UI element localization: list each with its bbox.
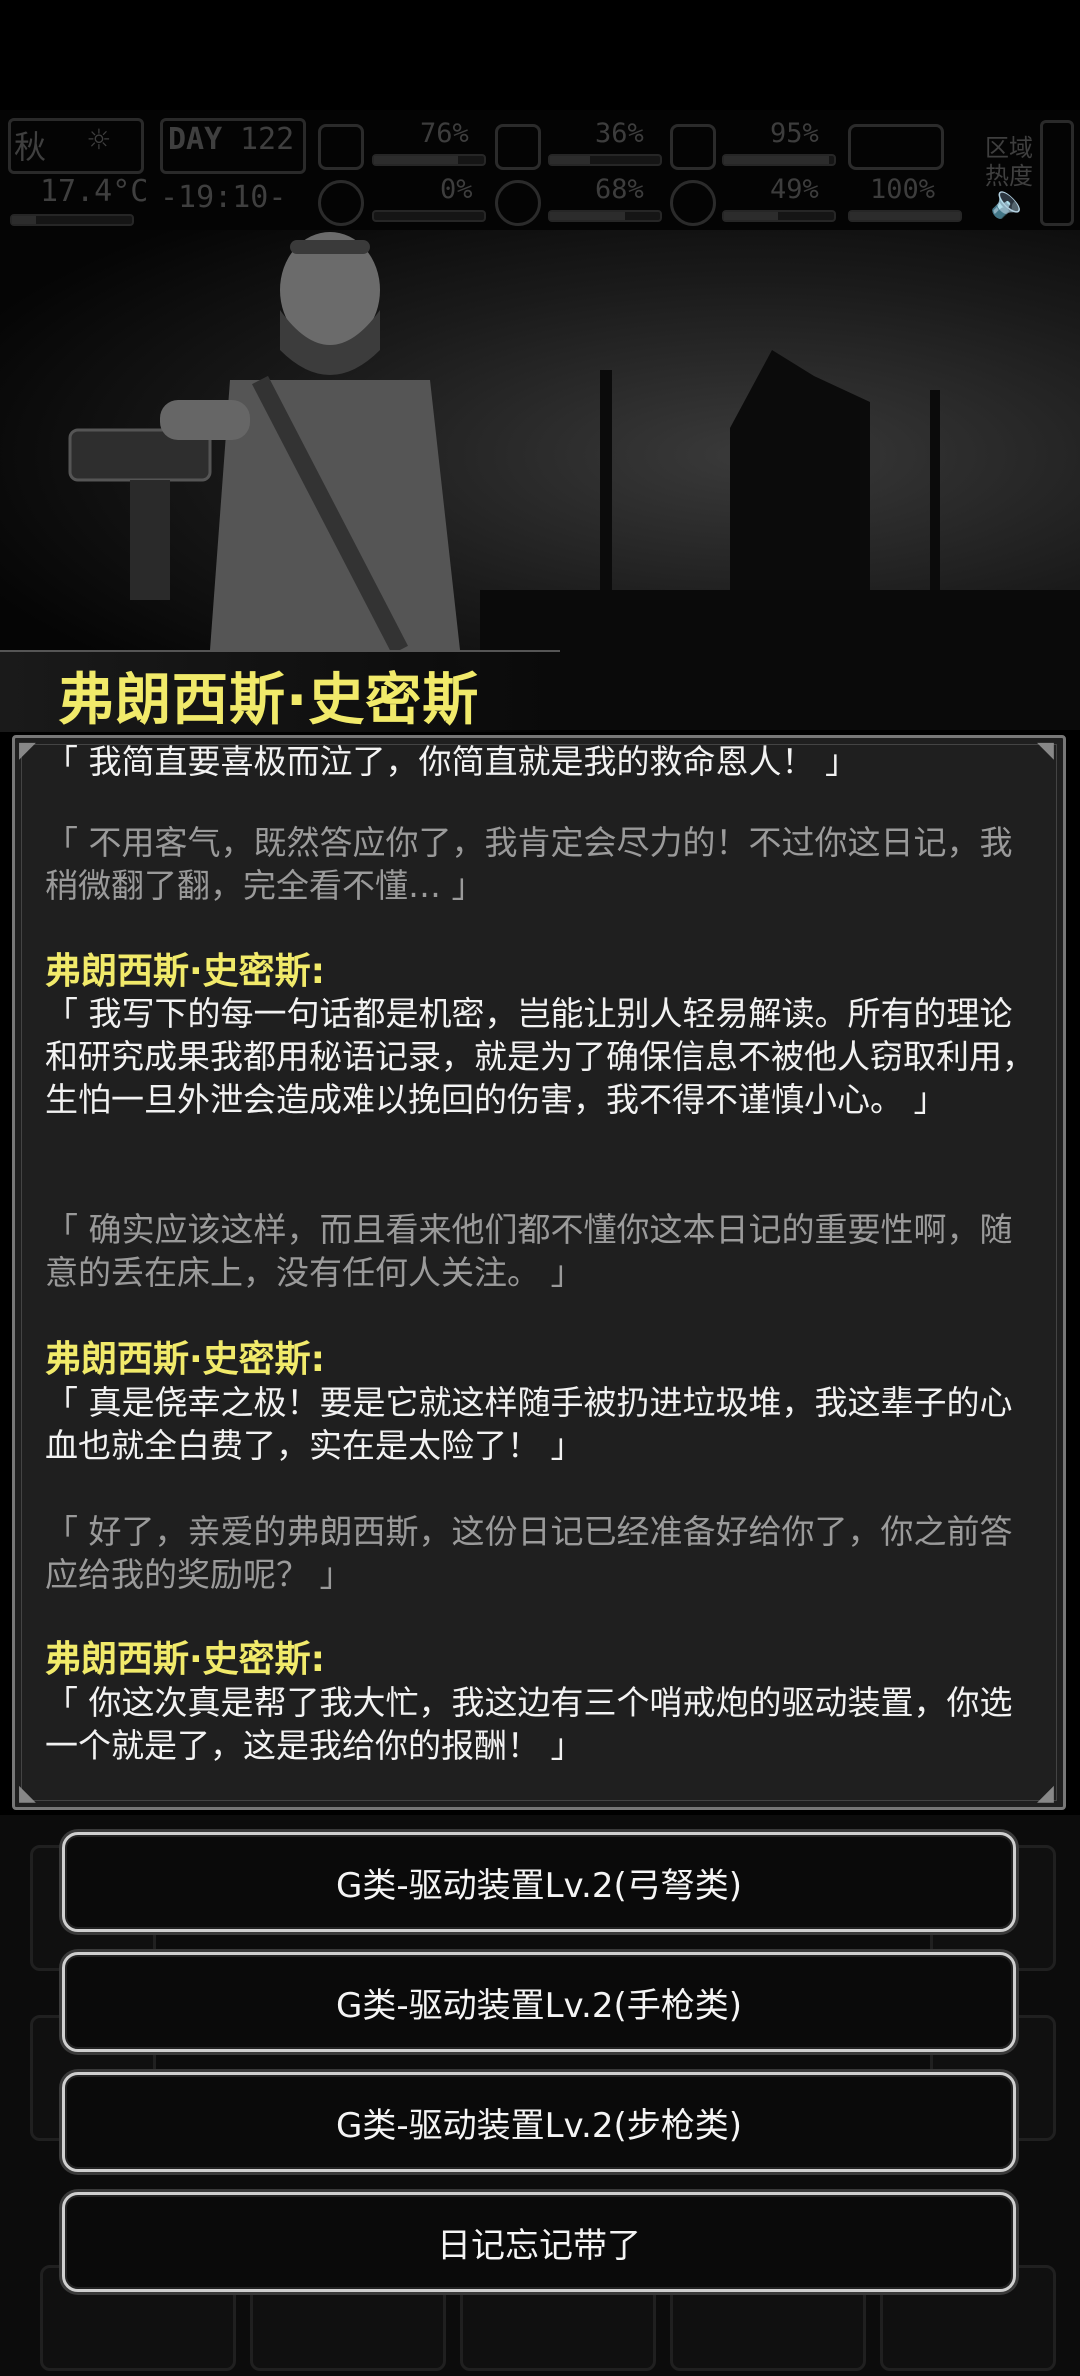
dialog-line-npc: 「 我写下的每一句话都是机密，岂能让别人轻易解读。所有的理论和研究成果我都用秘语…	[45, 994, 1035, 1119]
choice-forgot-diary[interactable]: 日记忘记带了	[62, 2192, 1016, 2292]
hunger-bar	[548, 154, 662, 166]
stamina-percent: 100%	[870, 174, 936, 205]
thirst-bar	[548, 210, 662, 222]
day-number: 122	[240, 122, 295, 157]
heart-icon	[670, 180, 716, 226]
npc-name: 弗朗西斯·史密斯	[58, 668, 480, 733]
medkit-icon	[318, 124, 364, 170]
dialog-line-player: 「 不用客气，既然答应你了，我肯定会尽力的！不过你这日记，我稍微翻了翻，完全看不…	[45, 823, 1013, 905]
dialog-line-npc: 「 真是侥幸之极！要是它就这样随手被扔进垃圾堆，我这辈子的心血也就全白费了，实在…	[45, 1383, 1013, 1465]
day-label: DAY	[168, 122, 223, 157]
sanity-percent: 0%	[440, 174, 473, 205]
dialog-line-player: 「 好了，亲爱的弗朗西斯，这份日记已经准备好给你了，你之前答应给我的奖励呢？ 」	[45, 1512, 1013, 1594]
sun-icon: ☼	[88, 120, 110, 161]
brain-icon	[318, 180, 364, 226]
hunger-percent: 36%	[595, 118, 644, 149]
clock-readout: -19:10-	[160, 180, 287, 215]
health-percent: 76%	[420, 118, 469, 149]
corner-ornament: ◣	[19, 1781, 36, 1806]
dialog-line-npc: 「 我简直要喜极而泣了，你简直就是我的救命恩人！ 」	[45, 742, 858, 781]
temperature-readout: 17.4°C	[40, 174, 149, 209]
dialog-line-npc: 「 你这次真是帮了我大忙，我这边有三个哨戒炮的驱动装置，你选一个就是了，这是我给…	[45, 1683, 1013, 1765]
dialog-line-player: 「 确实应该这样，而且看来他们都不懂你这本日记的重要性啊，随意的丢在床上，没有任…	[45, 1210, 1013, 1292]
season-label: 秋	[14, 128, 47, 166]
water-drop-icon	[495, 180, 541, 226]
mood-percent: 49%	[770, 174, 819, 205]
sanity-bar	[372, 210, 486, 222]
npc-portrait	[68, 232, 460, 650]
choice-crossbow-driver[interactable]: G类-驱动装置Lv.2(弓弩类)	[62, 1832, 1016, 1932]
stomach-icon	[495, 124, 541, 170]
boot-icon	[848, 124, 944, 170]
dialog-speaker-name: 弗朗西斯·史密斯:	[45, 1639, 326, 1680]
temperature-bar	[10, 214, 134, 226]
ruined-building	[730, 350, 870, 610]
thirst-percent: 68%	[595, 174, 644, 205]
energy-bar	[722, 154, 836, 166]
mood-bar	[722, 210, 836, 222]
choice-rifle-driver[interactable]: G类-驱动装置Lv.2(步枪类)	[62, 2072, 1016, 2172]
stamina-bar	[848, 210, 962, 222]
zone-heat-bar	[1040, 120, 1074, 226]
corner-ornament: ◤	[19, 738, 36, 763]
health-bar	[372, 154, 486, 166]
choice-pistol-driver[interactable]: G类-驱动装置Lv.2(手枪类)	[62, 1952, 1016, 2052]
corner-ornament: ◢	[1037, 1781, 1054, 1806]
ground	[480, 590, 1080, 730]
dialog-box: ◤ ◥ ◣ ◢ 「 我简直要喜极而泣了，你简直就是我的救命恩人！ 」 「 不用客…	[12, 735, 1066, 1810]
status-hud: 秋 ☼ 17.4°C DAY 122 -19:10- 76% 0% 36% 68…	[0, 110, 1080, 230]
speaker-icon[interactable]: 🔈	[990, 182, 1030, 220]
dialog-speaker-name: 弗朗西斯·史密斯:	[45, 951, 326, 992]
dialog-speaker-name: 弗朗西斯·史密斯:	[45, 1339, 326, 1380]
energy-percent: 95%	[770, 118, 819, 149]
pill-icon	[670, 124, 716, 170]
